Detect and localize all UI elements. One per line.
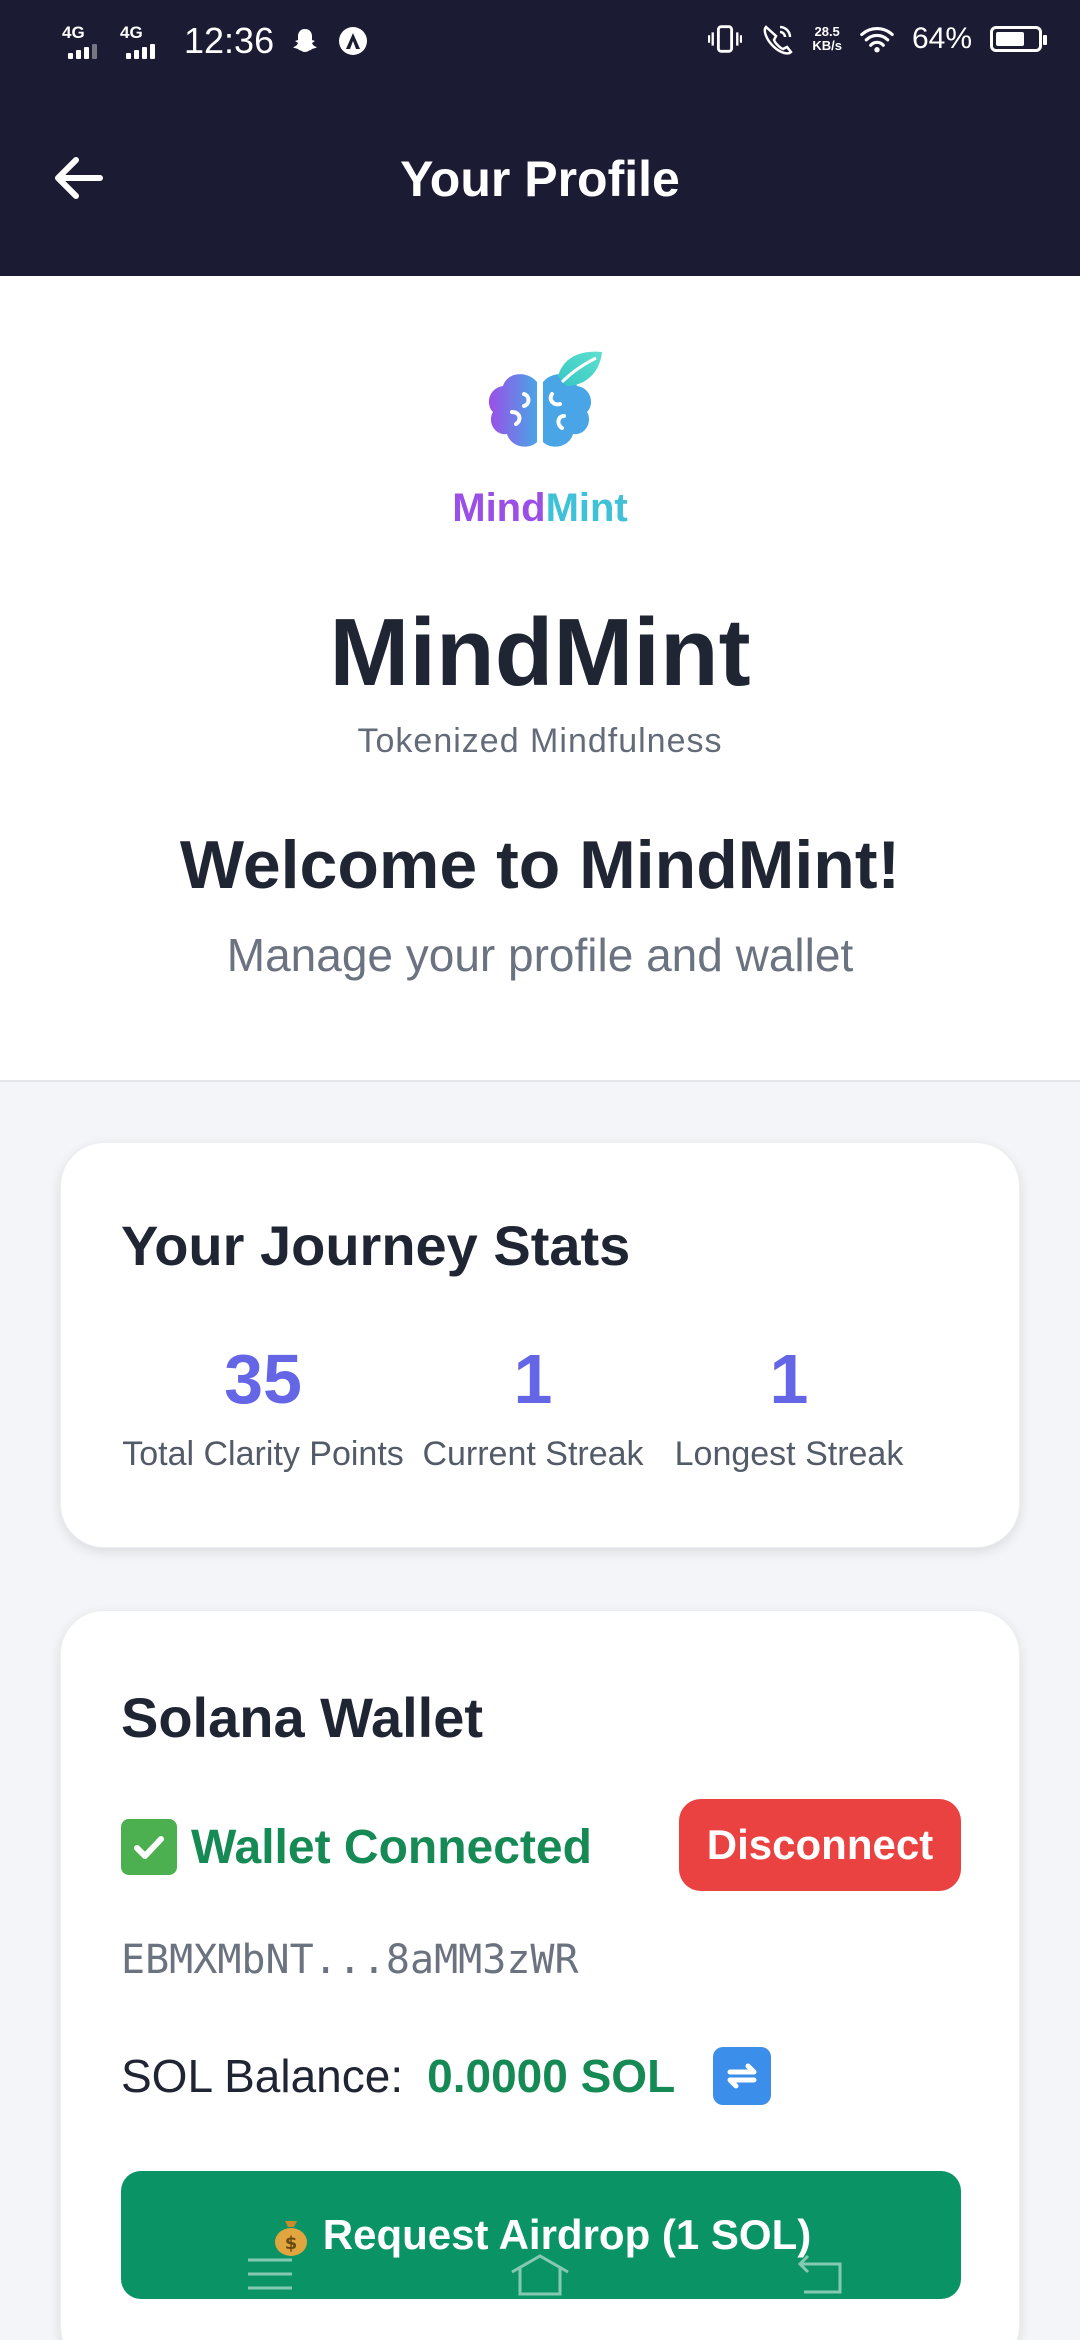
vibrate-icon (708, 22, 743, 56)
home-nav-icon[interactable] (506, 2252, 574, 2296)
welcome-subtitle: Manage your profile and wallet (226, 929, 854, 981)
wallet-status-text: Wallet Connected (191, 1820, 592, 1874)
page-title: Your Profile (400, 151, 680, 207)
battery-icon (990, 26, 1047, 52)
money-bag-icon: $ (271, 2213, 311, 2257)
menu-nav-icon[interactable] (244, 2252, 296, 2296)
stats-title: Your Journey Stats (121, 1214, 631, 1277)
wallet-status: Wallet Connected (121, 1819, 592, 1875)
battery-percent: 64% (911, 22, 972, 55)
sol-balance-row: SOL Balance: 0.0000 SOL (121, 2047, 772, 2105)
disconnect-button[interactable]: Disconnect (679, 1799, 961, 1891)
wifi-calling-icon (760, 22, 794, 56)
signal-1-icon: 4G (62, 21, 106, 61)
clock: 12:36 (184, 20, 275, 61)
stat-label: Longest Streak (674, 1435, 904, 1473)
status-bar: 4G 4G 12:36 28.5 KB/s 64% (0, 0, 1080, 84)
balance-value: 0.0000 SOL (427, 2050, 676, 2102)
wifi-icon (860, 22, 894, 56)
hero-section: MindMint MindMint Tokenized Mindfulness … (0, 276, 1080, 1082)
app-header: 4G 4G 12:36 28.5 KB/s 64% Your Profile (0, 0, 1080, 276)
svg-text:$: $ (284, 2233, 297, 2254)
wallet-title: Solana Wallet (121, 1686, 484, 1749)
app-notification-icon (336, 24, 370, 58)
journey-stats-card: Your Journey Stats 35 Total Clarity Poin… (60, 1142, 1020, 1548)
solana-wallet-card: Solana Wallet Wallet Connected Disconnec… (60, 1610, 1020, 2340)
refresh-icon (727, 2063, 757, 2089)
network-speed: 28.5 KB/s (812, 24, 842, 53)
mindmint-logo: MindMint (440, 324, 640, 530)
refresh-balance-button[interactable] (713, 2047, 772, 2105)
brain-leaf-icon (488, 351, 602, 447)
back-nav-icon[interactable] (796, 2252, 848, 2296)
tagline: Tokenized Mindfulness (357, 722, 723, 760)
logo-wordmark: MindMint (452, 486, 628, 530)
check-mark-icon (121, 1819, 177, 1875)
welcome-heading: Welcome to MindMint! (179, 827, 901, 903)
wallet-address: EBMXMbNT...8aMM3zWR (121, 1937, 579, 1983)
stat-longest-streak: 1 Longest Streak (629, 1339, 949, 1474)
snapchat-icon (288, 24, 322, 58)
signal-2-icon: 4G (120, 21, 164, 61)
app-name: MindMint (329, 599, 751, 706)
balance-label: SOL Balance: (121, 2050, 404, 2102)
stat-value: 1 (769, 1340, 809, 1418)
